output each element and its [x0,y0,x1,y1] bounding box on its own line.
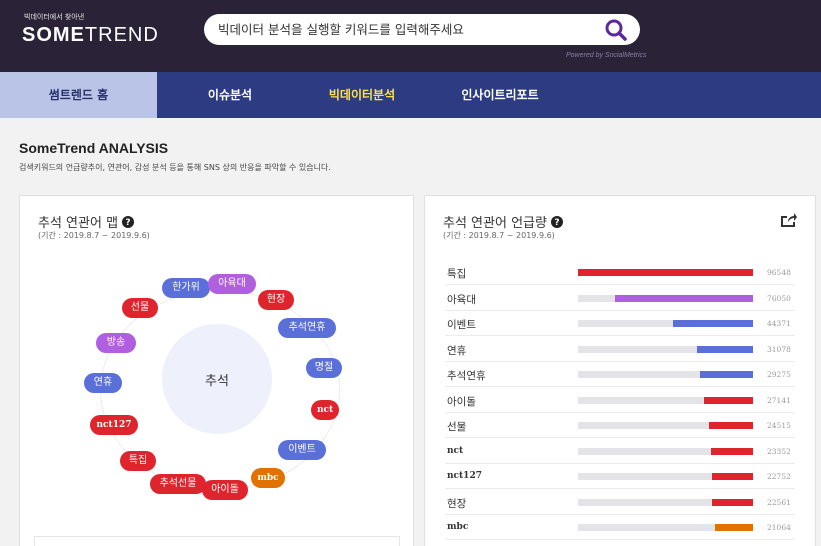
volume-keyword[interactable]: 연휴 [447,343,466,358]
volume-count: 21064 [767,523,791,532]
volume-row: 연휴 31078 [445,337,795,362]
nav-item-bigdata-analysis[interactable]: 빅데이터분석 [307,72,417,118]
volume-keyword[interactable]: nct [447,446,463,456]
top-header: 빅데이터에서 찾아낸 SOMETREND Powered by SocialMe… [0,0,821,72]
map-title-text: 추석 연관어 맵 [38,216,119,231]
volume-bar-track [578,524,753,531]
volume-bar [578,269,753,276]
map-chip[interactable]: 특집 [120,451,156,471]
page-title: SomeTrend ANALYSIS [19,140,169,156]
volume-row: 현장 22561 [445,490,795,515]
volume-row: 이벤트 44371 [445,311,795,336]
map-panel-title: 추석 연관어 맵? [38,212,135,231]
volume-row: 아이돌 27141 [445,388,795,413]
volume-bar [615,294,753,302]
logo-light: TREND [84,24,159,46]
volume-bar [697,345,753,353]
volume-keyword[interactable]: 아육대 [447,292,476,307]
volume-bar-track [578,422,753,429]
center-keyword: 추석 [205,374,229,389]
search-input[interactable] [218,18,588,41]
help-icon[interactable]: ? [550,216,563,228]
volume-row: mbc 21064 [445,515,795,540]
volume-row: nct127 22752 [445,464,795,489]
volume-keyword[interactable]: 아이돌 [447,394,476,409]
map-detail-box [34,536,400,546]
sometrend-logo[interactable]: SOMETREND [22,24,159,47]
map-chip[interactable]: nct127 [90,415,138,435]
volume-bar-track [578,498,753,506]
volume-row: nct 23352 [445,439,795,464]
volume-count: 23352 [767,446,791,456]
page-description: 검색키워드의 언급량추이, 연관어, 감성 분석 등을 통해 SNS 상의 반응… [19,163,331,172]
map-chip[interactable]: 추석선물 [150,474,206,494]
nav-item-issue-analysis[interactable]: 이슈분석 [175,72,285,118]
volume-bar-track [578,294,753,302]
volume-bar [709,422,753,429]
svg-text:?: ? [125,218,130,228]
volume-bar [700,371,753,378]
map-panel-period: (기간 : 2019.8.7 ~ 2019.9.6) [38,231,150,240]
map-chip[interactable]: 아육대 [208,274,256,294]
volume-row: 추석연휴 29275 [445,362,795,387]
volume-keyword[interactable]: 이벤트 [447,317,476,332]
help-icon[interactable]: ? [122,216,135,228]
volume-bar-track [578,269,753,276]
volume-row: 특집 96548 [445,260,795,285]
volume-title-text: 추석 연관어 언급량 [443,216,547,231]
map-chip[interactable]: 추석연휴 [278,318,336,338]
map-chip[interactable]: 방송 [96,333,136,353]
volume-bar-track [578,371,753,378]
share-icon[interactable] [779,212,797,228]
map-chip[interactable]: 선물 [122,298,158,318]
volume-row: 아육대 76050 [445,286,795,311]
volume-keyword[interactable]: 현장 [447,496,466,511]
logo-bold: SOME [22,24,85,46]
volume-count: 44371 [767,319,791,328]
search-bar [204,14,640,45]
volume-bar-track [578,473,753,480]
volume-bar [715,524,753,531]
volume-count: 22752 [767,472,791,481]
map-chip[interactable]: 한가위 [162,278,210,298]
volume-bar-track [578,320,753,327]
volume-count: 76050 [767,293,791,303]
map-chip[interactable]: 명절 [306,358,342,378]
volume-keyword[interactable]: 선물 [447,419,466,434]
brand-tagline: 빅데이터에서 찾아낸 [24,13,85,21]
volume-bar [712,473,753,480]
volume-count: 31078 [767,344,791,354]
map-chip[interactable]: nct [311,400,339,420]
volume-bar [712,498,753,506]
svg-text:?: ? [554,218,559,228]
volume-row: 선물 24515 [445,413,795,438]
volume-bar [711,447,753,455]
volume-bar-track [578,447,753,455]
volume-count: 29275 [767,370,791,379]
volume-bar [673,320,753,327]
volume-panel-title: 추석 연관어 언급량? [443,212,563,231]
map-chip[interactable]: 이벤트 [278,440,326,460]
volume-keyword[interactable]: mbc [447,522,468,532]
volume-bar-track [578,396,753,404]
volume-keyword[interactable]: 추석연휴 [447,368,486,383]
nav-item-insight-report[interactable]: 인사이트리포트 [440,72,560,118]
volume-keyword[interactable]: 특집 [447,266,466,281]
volume-count: 96548 [767,268,791,277]
volume-bar-track [578,345,753,353]
volume-keyword[interactable]: nct127 [447,471,482,481]
volume-panel-period: (기간 : 2019.8.7 ~ 2019.9.6) [443,231,555,240]
volume-bar [704,396,753,404]
volume-count: 24515 [767,421,791,430]
volume-count: 22561 [767,497,791,507]
map-chip[interactable]: 현장 [258,290,294,310]
map-chip[interactable]: mbc [251,468,285,488]
nav-item-home[interactable]: 썸트렌드 홈 [0,72,157,118]
search-icon[interactable] [604,18,628,42]
map-chip[interactable]: 아이돌 [202,480,248,500]
main-nav: 썸트렌드 홈 이슈분석 빅데이터분석 인사이트리포트 [0,72,821,118]
volume-count: 27141 [767,395,791,405]
map-chip[interactable]: 연휴 [84,373,122,393]
powered-by: Powered by SocialMetrics [566,52,647,59]
